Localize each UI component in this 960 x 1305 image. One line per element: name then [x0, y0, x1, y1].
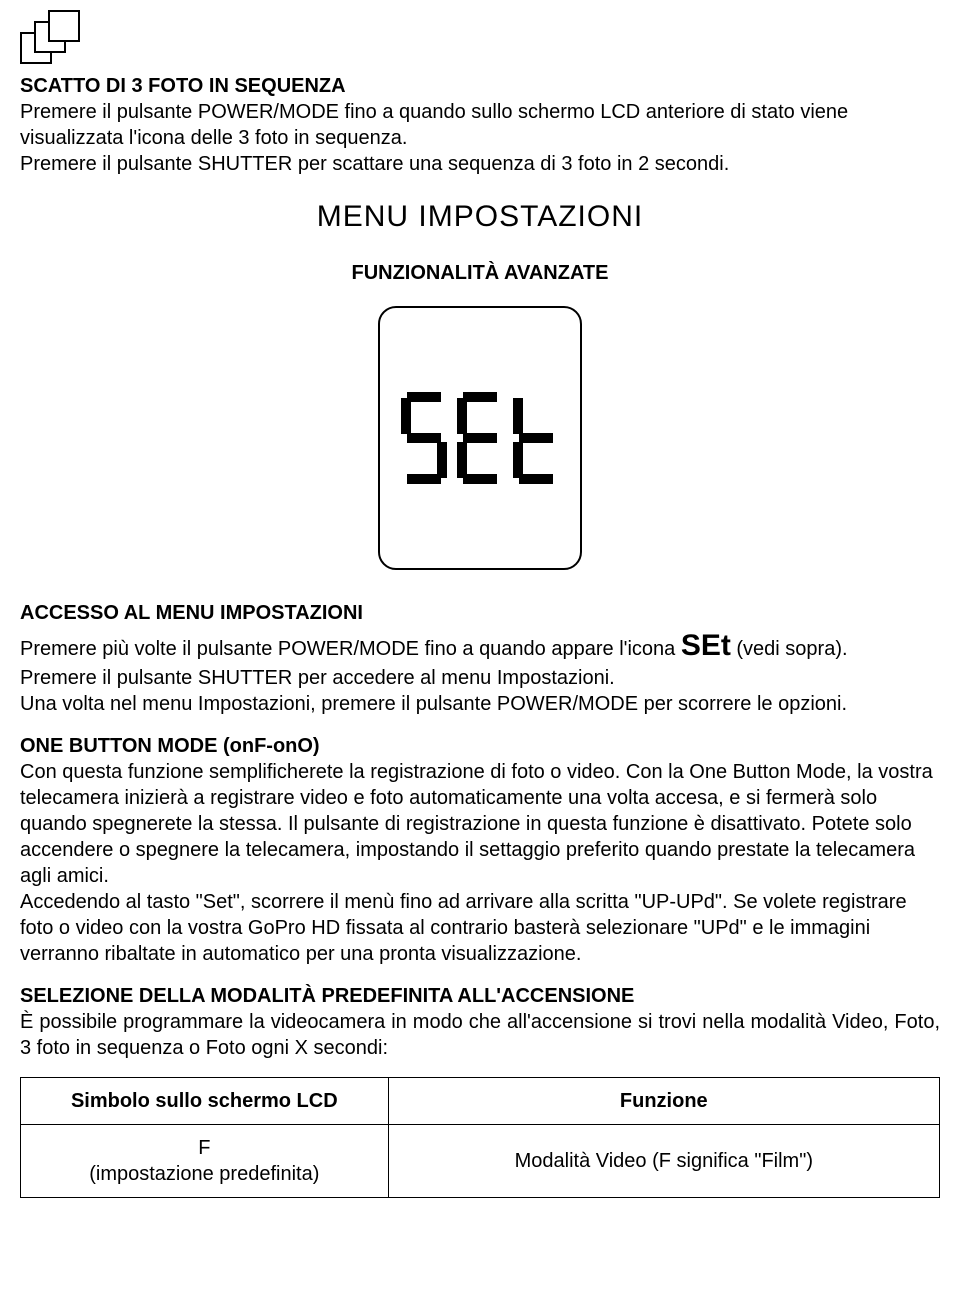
lcd-screen-illustration [378, 306, 582, 570]
table-cell-symbol: F (impostazione predefinita) [21, 1125, 389, 1198]
lcd-set-icon [397, 392, 563, 484]
text: Premere il pulsante SHUTTER per scattare… [20, 153, 729, 175]
mode-table: Simbolo sullo schermo LCD Funzione F (im… [20, 1077, 940, 1198]
table-row: F (impostazione predefinita) Modalità Vi… [21, 1125, 940, 1198]
table-cell-function: Modalità Video (F significa "Film") [388, 1125, 939, 1198]
text: Accedendo al tasto "Set", scorrere il me… [20, 891, 907, 965]
text: È possibile programmare la videocamera i… [20, 1009, 940, 1061]
text: Premere più volte il pulsante POWER/MODE… [20, 638, 681, 660]
text: Premere il pulsante SHUTTER per accedere… [20, 667, 615, 689]
text: Premere il pulsante POWER/MODE fino a qu… [20, 101, 848, 149]
subheading-funzionalita: FUNZIONALITÀ AVANZATE [20, 260, 940, 286]
table-header-function: Funzione [388, 1078, 939, 1125]
three-photo-sequence-icon [20, 10, 90, 65]
heading-accesso: ACCESSO AL MENU IMPOSTAZIONI [20, 602, 363, 624]
section-accesso: ACCESSO AL MENU IMPOSTAZIONI Premere più… [20, 600, 940, 717]
heading-menu-impostazioni: MENU IMPOSTAZIONI [20, 197, 940, 236]
text: (vedi sopra). [731, 638, 848, 660]
heading-default-mode: SELEZIONE DELLA MODALITÀ PREDEFINITA ALL… [20, 985, 634, 1007]
section-default-mode: SELEZIONE DELLA MODALITÀ PREDEFINITA ALL… [20, 983, 940, 1061]
set-icon-text: SEt [681, 629, 731, 662]
text: Con questa funzione semplificherete la r… [20, 761, 933, 887]
section-one-button: ONE BUTTON MODE (onF-onO) Con questa fun… [20, 733, 940, 967]
heading-scatto: SCATTO DI 3 FOTO IN SEQUENZA [20, 75, 346, 97]
text: Una volta nel menu Impostazioni, premere… [20, 693, 847, 715]
heading-one-button: ONE BUTTON MODE (onF-onO) [20, 735, 320, 757]
table-header-symbol: Simbolo sullo schermo LCD [21, 1078, 389, 1125]
section-scatto: SCATTO DI 3 FOTO IN SEQUENZA Premere il … [20, 73, 940, 177]
